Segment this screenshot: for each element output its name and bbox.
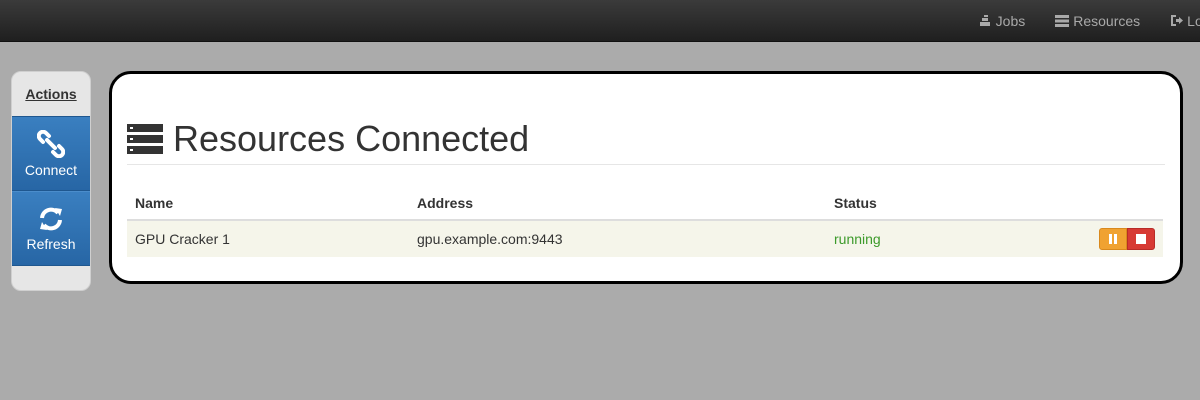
- link-icon: [37, 129, 65, 158]
- stop-button[interactable]: [1127, 228, 1155, 250]
- refresh-button-label: Refresh: [26, 235, 76, 252]
- nav-item-logout[interactable]: Logout: [1170, 13, 1200, 29]
- nav-item-jobs[interactable]: Jobs: [978, 12, 1026, 29]
- sidebar-title: Actions: [25, 86, 77, 102]
- refresh-button[interactable]: Refresh: [12, 191, 90, 266]
- row-actions: [982, 220, 1163, 257]
- status-badge: running: [826, 220, 983, 257]
- page-title: Resources Connected: [173, 118, 530, 159]
- table-row: GPU Cracker 1 gpu.example.com:9443 runni…: [127, 220, 1163, 257]
- stop-icon: [1136, 234, 1146, 244]
- connect-button-label: Connect: [24, 161, 78, 178]
- server-icon: [1055, 14, 1070, 27]
- row-action-buttons: [1099, 228, 1155, 250]
- resource-address: gpu.example.com:9443: [409, 220, 826, 257]
- column-header-actions: [982, 187, 1163, 221]
- resource-name: GPU Cracker 1: [127, 220, 409, 257]
- nav-item-resources[interactable]: Resources: [1055, 13, 1140, 29]
- resources-panel: Resources Connected Name Address Status …: [109, 71, 1183, 284]
- server-icon: [127, 124, 163, 154]
- column-header-address: Address: [409, 187, 826, 221]
- actions-sidebar: Actions Connect Refresh: [11, 71, 91, 291]
- connect-button[interactable]: Connect: [12, 116, 90, 191]
- resources-table: Name Address Status GPU Cracker 1 gpu.ex…: [127, 187, 1163, 257]
- pause-button[interactable]: [1099, 228, 1127, 250]
- pause-icon: [1109, 234, 1117, 244]
- top-navbar: Jobs Resources Logout: [0, 0, 1200, 42]
- jobs-icon: [979, 14, 990, 26]
- column-header-name: Name: [127, 187, 409, 221]
- nav-item-jobs-label: Jobs: [995, 12, 1026, 29]
- refresh-icon: [40, 207, 62, 230]
- table-header-row: Name Address Status: [127, 187, 1163, 221]
- logout-icon: [1171, 15, 1184, 26]
- panel-header: Resources Connected: [127, 114, 1165, 165]
- nav-item-logout-label: Logout: [1187, 12, 1200, 29]
- nav-item-resources-label: Resources: [1073, 12, 1141, 29]
- nav-menu: Jobs Resources Logout: [948, 0, 1200, 41]
- column-header-status: Status: [826, 187, 983, 221]
